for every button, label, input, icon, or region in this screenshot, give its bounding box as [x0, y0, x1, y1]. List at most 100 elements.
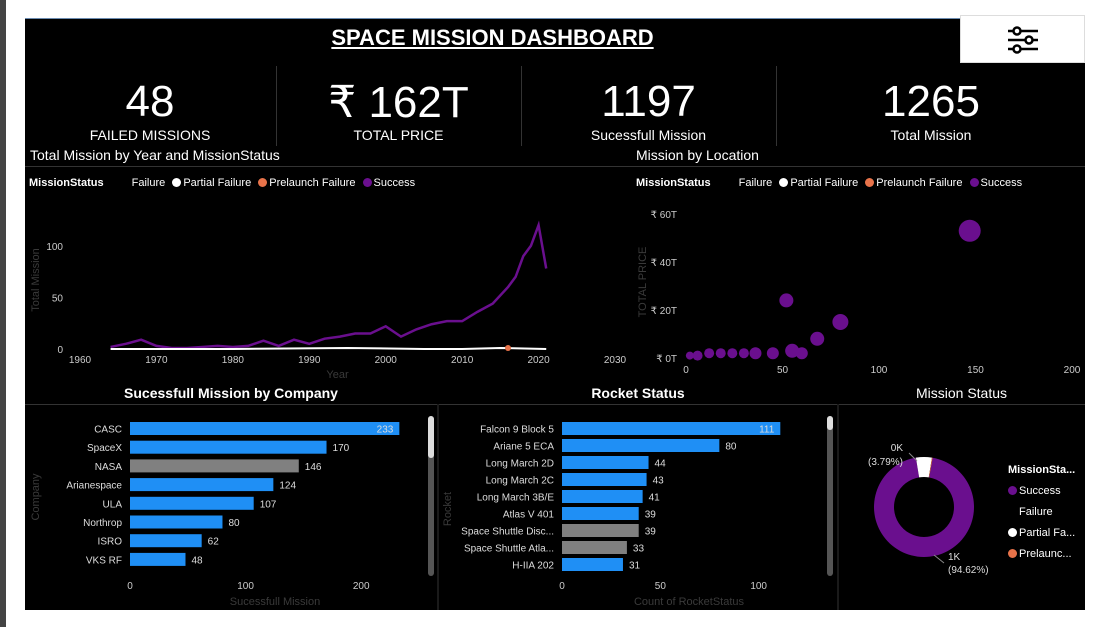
series-line-partial-failure [110, 346, 547, 350]
x-tick-label: 1960 [69, 355, 92, 366]
category-label: Space Shuttle Disc... [461, 527, 554, 538]
donut-label-small-pct: (3.79%) [868, 457, 903, 468]
legend-label: Prelaunch Failure [269, 177, 356, 189]
category-label: Arianespace [66, 481, 122, 492]
legend-item-partial[interactable]: Partial Failure [172, 177, 251, 189]
legend-item-success[interactable]: Success [1008, 481, 1075, 502]
failure-dot-icon [120, 178, 130, 187]
scatter-point [832, 314, 849, 330]
category-label: CASC [94, 425, 122, 436]
x-tick-label: 2020 [527, 355, 550, 366]
legend-item-success[interactable]: Success [362, 177, 416, 189]
category-label: Space Shuttle Atla... [464, 544, 554, 555]
x-tick-label: 1970 [145, 355, 168, 366]
scatter-point [692, 350, 703, 361]
category-label: Atlas V 401 [503, 510, 555, 521]
x-tick-label: 0 [127, 581, 133, 592]
legend-item-prelaunch[interactable]: Prelaunch Failure [865, 177, 962, 189]
rocket-bar-chart[interactable]: Falcon 9 Block 5 111 Ariane 5 ECA 80 Long Ma… [439, 405, 837, 610]
legend-item-failure[interactable]: Failure [1008, 502, 1075, 523]
partial-dot-icon [779, 178, 789, 187]
legend-item-partial[interactable]: Partial Failure [779, 177, 858, 189]
bar-value-label: 111 [759, 425, 775, 436]
bar [562, 490, 643, 503]
bar [130, 478, 274, 492]
kpi-label: TOTAL PRICE [353, 127, 444, 143]
legend-item-success[interactable]: Success [969, 177, 1023, 189]
line-chart-legend: MissionStatus Failure Partial Failure Pr… [29, 177, 419, 189]
bar [130, 422, 400, 435]
scroll-thumb[interactable] [428, 416, 434, 458]
scatter-point [738, 348, 749, 359]
legend-label: Success [980, 177, 1023, 189]
category-label: Falcon 9 Block 5 [480, 425, 554, 436]
legend-item-partial[interactable]: Partial Fa... [1008, 523, 1075, 544]
scatter-point [958, 219, 981, 242]
bar [562, 456, 649, 469]
filter-button[interactable] [960, 15, 1085, 63]
sliders-icon [1008, 26, 1038, 54]
bar [130, 515, 223, 529]
company-bar-chart[interactable]: CASC 233 SpaceX 170 NASA 146 Arianespace 124 ULA… [25, 405, 437, 610]
x-tick-label: 100 [237, 581, 254, 592]
scroll-thumb[interactable] [827, 416, 833, 430]
x-tick-label: 1990 [298, 355, 321, 366]
company-scrollbar[interactable] [428, 416, 434, 576]
legend-label: Partial Failure [183, 177, 252, 189]
legend-label: Failure [738, 177, 773, 189]
line-chart[interactable]: 1960 1970 1980 1990 2000 2010 2020 2030 0 50 100 Ye… [25, 190, 630, 382]
partial-dot-icon [172, 178, 182, 187]
donut-label-small: 0K [891, 443, 904, 454]
donut-label-big-pct: (94.62%) [948, 565, 989, 576]
success-dot-icon [1008, 486, 1017, 495]
x-tick-label: 0 [559, 581, 565, 592]
y-axis-title: Company [30, 473, 42, 521]
category-label: NASA [95, 462, 123, 473]
leader-line [933, 554, 945, 564]
kpi-value: 48 [125, 77, 175, 126]
legend-label: Success [373, 177, 416, 189]
bar [130, 496, 254, 510]
legend-label: Failure [1019, 506, 1053, 518]
bar [562, 473, 647, 486]
bar [562, 524, 639, 537]
donut-chart-heading: Mission Status [915, 385, 1008, 401]
x-tick-label: 2010 [451, 355, 474, 366]
rocket-scrollbar[interactable] [827, 416, 833, 576]
x-tick-label: 2000 [375, 355, 398, 366]
company-chart-heading: Sucessfull Mission by Company [124, 385, 338, 401]
legend-item-prelaunch[interactable]: Prelaunc... [1008, 544, 1075, 565]
bar [562, 439, 720, 452]
donut-label-big: 1K [948, 552, 961, 563]
bar [130, 552, 186, 566]
success-dot-icon [969, 178, 979, 187]
bar-value-label: 170 [333, 443, 350, 454]
bar-value-label: 39 [645, 510, 657, 521]
bar-value-label: 233 [377, 425, 394, 436]
bar-value-label: 146 [305, 462, 322, 473]
category-label: Long March 3B/E [477, 493, 555, 504]
legend-item-prelaunch[interactable]: Prelaunch Failure [258, 177, 355, 189]
donut-legend: MissionSta... Success Failure Partial Fa… [1008, 460, 1075, 565]
bar [130, 459, 299, 473]
mission-status-donut[interactable]: 0K (3.79%) 1K (94.62%) [839, 405, 1009, 610]
scatter-point [795, 347, 808, 360]
kpi-label: Sucessfull Mission [590, 127, 707, 143]
legend-item-failure[interactable]: Failure [120, 177, 165, 189]
prelaunch-dot-icon [258, 178, 268, 187]
y-tick-label: 0 [57, 345, 63, 356]
legend-label: Partial Fa... [1019, 527, 1076, 539]
x-tick-label: 0 [683, 365, 689, 376]
line-chart-heading: Total Mission by Year and MissionStatus [30, 147, 280, 163]
category-label: VKS RF [86, 555, 122, 566]
kpi-failed-missions: 48 FAILED MISSIONS [25, 63, 275, 147]
scatter-chart-heading: Mission by Location [636, 147, 759, 163]
legend-title: MissionStatus [29, 177, 104, 189]
category-label: ULA [103, 499, 123, 510]
scatter-chart[interactable]: 0 50 100 150 200 ₹ 0T ₹ 20T ₹ 40T ₹ 60T TOTAL PRI… [632, 190, 1085, 382]
bar [562, 422, 781, 435]
scatter-point [749, 347, 762, 360]
legend-item-failure[interactable]: Failure [727, 177, 773, 189]
bar [562, 541, 627, 554]
kpi-label: FAILED MISSIONS [89, 127, 211, 143]
